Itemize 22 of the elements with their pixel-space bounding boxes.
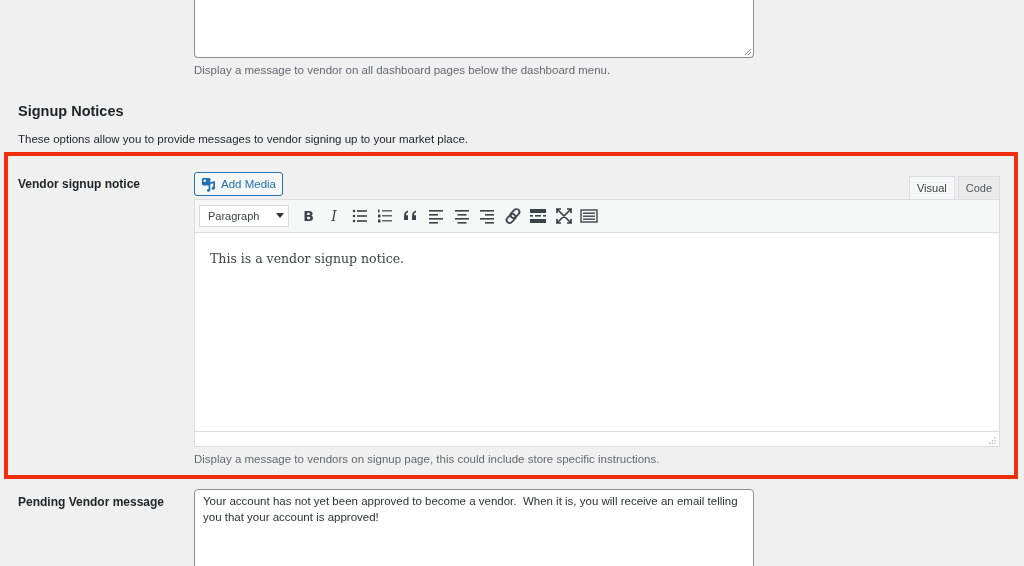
fullscreen-icon[interactable] <box>553 206 574 226</box>
dropdown-arrow-icon <box>276 213 284 219</box>
section-heading: Signup Notices <box>18 103 125 119</box>
read-more-icon[interactable] <box>528 206 548 226</box>
section-description: These options allow you to provide messages to vendor signing up to your market place. <box>18 133 470 145</box>
media-icon <box>201 176 216 192</box>
editor-tab[interactable]: Visual <box>908 176 955 199</box>
add-media-button[interactable]: Add Media <box>194 172 283 196</box>
resize-grip-icon[interactable] <box>989 437 996 444</box>
format-dropdown[interactable]: Paragraph <box>199 205 289 227</box>
resize-grip-icon <box>744 48 752 56</box>
bold-button[interactable]: B <box>298 206 319 226</box>
italic-button[interactable]: I <box>324 206 344 226</box>
field-label: Pending Vendor message <box>18 495 165 509</box>
editor-tab[interactable]: Code <box>957 176 1000 199</box>
field-label: Vendor signup notice <box>18 177 140 191</box>
editor-text: This is a vendor signup notice. <box>210 251 406 266</box>
field-hint: Display a message to vendors on signup page, this could include store specific instructions. <box>194 453 661 465</box>
editor-area[interactable]: This is a vendor signup notice. <box>195 233 999 431</box>
keyboard-icon[interactable] <box>579 206 599 226</box>
text-area[interactable]: Your account has not yet been approved to become a vendor. When it is, you will receive an email telling you that your account is approved! <box>194 489 754 566</box>
field-hint: Display a message to vendor on all dashboard pages below the dashboard menu. <box>194 64 612 76</box>
